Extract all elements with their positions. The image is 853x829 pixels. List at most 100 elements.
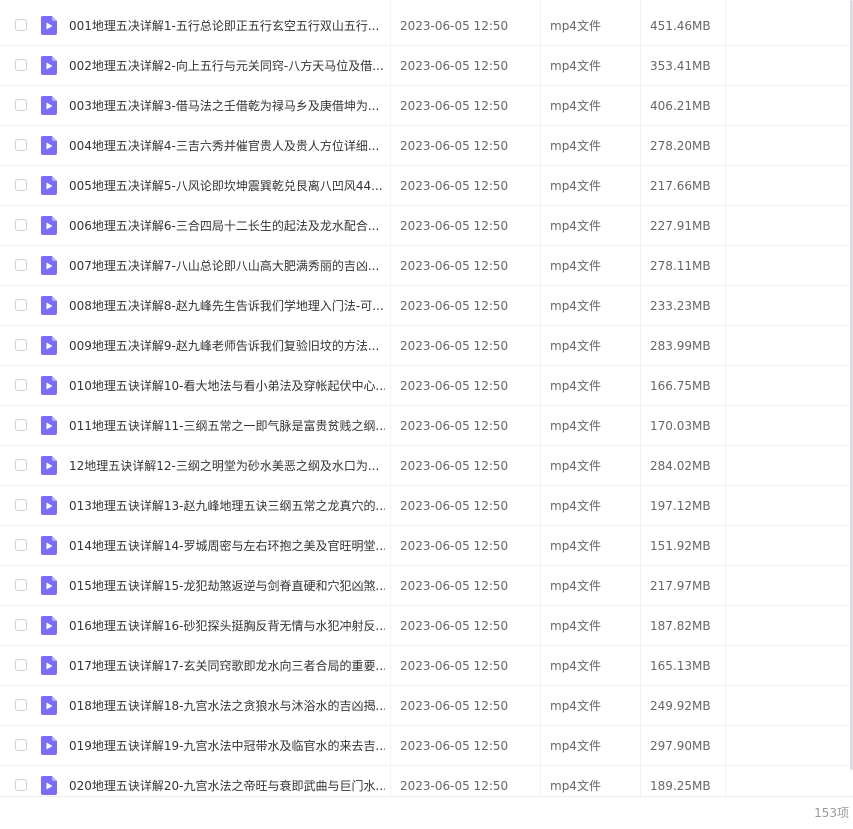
checkbox-icon[interactable] [15,499,27,511]
file-row[interactable]: 011地理五诀详解11-三纲五常之一即气脉是富贵贫贱之纲... 2023-06-… [0,406,853,446]
checkbox-icon[interactable] [15,379,27,391]
file-name[interactable]: 003地理五决详解3-借马法之壬借乾为禄马乡及庚借坤为... [69,86,385,126]
checkbox-icon[interactable] [15,259,27,271]
file-size: 187.82MB [650,619,711,633]
file-row[interactable]: 016地理五诀详解16-砂犯探头挺胸反背无情与水犯冲射反... 2023-06-… [0,606,853,646]
file-type: mp4文件 [550,299,601,313]
file-row[interactable]: 015地理五诀详解15-龙犯劫煞返逆与剑脊直硬和穴犯凶煞... 2023-06-… [0,566,853,606]
file-row[interactable]: 019地理五诀详解19-九宫水法中冠带水及临官水的来去吉... 2023-06-… [0,726,853,766]
file-name[interactable]: 019地理五诀详解19-九宫水法中冠带水及临官水的来去吉... [69,726,385,766]
checkbox-icon[interactable] [15,739,27,751]
file-date: 2023-06-05 12:50 [400,259,509,273]
checkbox-icon[interactable] [15,419,27,431]
file-date: 2023-06-05 12:50 [400,579,509,593]
video-file-icon [41,576,57,595]
file-size: 297.90MB [650,739,711,753]
file-row[interactable]: 014地理五诀详解14-罗城周密与左右环抱之美及官旺明堂... 2023-06-… [0,526,853,566]
file-size: 278.11MB [650,259,711,273]
checkbox-icon[interactable] [15,139,27,151]
file-date: 2023-06-05 12:50 [400,659,509,673]
file-row[interactable]: 020地理五诀详解20-九宫水法之帝旺与衰即武曲与巨门水... 2023-06-… [0,766,853,796]
video-file-icon [41,96,57,115]
file-type: mp4文件 [550,539,601,553]
file-row[interactable]: 004地理五决详解4-三吉六秀并催官贵人及贵人方位详细... 2023-06-0… [0,126,853,166]
file-row[interactable]: 008地理五决详解8-赵九峰先生告诉我们学地理入门法-可... 2023-06-… [0,286,853,326]
video-file-icon [41,456,57,475]
file-row[interactable]: 009地理五决详解9-赵九峰老师告诉我们复验旧坟的方法... 2023-06-0… [0,326,853,366]
file-name[interactable]: 013地理五诀详解13-赵九峰地理五诀三纲五常之龙真穴的... [69,486,385,526]
file-name[interactable]: 002地理五决详解2-向上五行与元关同窍-八方天马位及借... [69,46,385,86]
file-name[interactable]: 016地理五诀详解16-砂犯探头挺胸反背无情与水犯冲射反... [69,606,385,646]
file-row[interactable]: 010地理五诀详解10-看大地法与看小弟法及穿帐起伏中心... 2023-06-… [0,366,853,406]
file-date: 2023-06-05 12:50 [400,19,509,33]
file-type: mp4文件 [550,739,601,753]
video-file-icon [41,216,57,235]
file-row[interactable]: 002地理五决详解2-向上五行与元关同窍-八方天马位及借... 2023-06-… [0,46,853,86]
file-date: 2023-06-05 12:50 [400,619,509,633]
file-name[interactable]: 020地理五诀详解20-九宫水法之帝旺与衰即武曲与巨门水... [69,766,385,796]
checkbox-icon[interactable] [15,539,27,551]
file-date: 2023-06-05 12:50 [400,739,509,753]
file-name[interactable]: 006地理五决详解6-三合四局十二长生的起法及龙水配合... [69,206,385,246]
checkbox-icon[interactable] [15,619,27,631]
file-date: 2023-06-05 12:50 [400,419,509,433]
file-name[interactable]: 009地理五决详解9-赵九峰老师告诉我们复验旧坟的方法... [69,326,385,366]
checkbox-icon[interactable] [15,179,27,191]
file-row[interactable]: 013地理五诀详解13-赵九峰地理五诀三纲五常之龙真穴的... 2023-06-… [0,486,853,526]
file-name[interactable]: 004地理五决详解4-三吉六秀并催官贵人及贵人方位详细... [69,126,385,166]
checkbox-icon[interactable] [15,59,27,71]
checkbox-icon[interactable] [15,459,27,471]
file-type: mp4文件 [550,219,601,233]
file-name[interactable]: 007地理五决详解7-八山总论即八山高大肥满秀丽的吉凶... [69,246,385,286]
file-row[interactable]: 006地理五决详解6-三合四局十二长生的起法及龙水配合... 2023-06-0… [0,206,853,246]
file-name[interactable]: 008地理五决详解8-赵九峰先生告诉我们学地理入门法-可... [69,286,385,326]
file-name[interactable]: 12地理五诀详解12-三纲之明堂为砂水美恶之纲及水口为... [69,446,385,486]
video-file-icon [41,16,57,35]
file-date: 2023-06-05 12:50 [400,379,509,393]
checkbox-icon[interactable] [15,299,27,311]
file-name[interactable]: 018地理五诀详解18-九宫水法之贪狼水与沐浴水的吉凶揭... [69,686,385,726]
file-size: 165.13MB [650,659,711,673]
file-type: mp4文件 [550,259,601,273]
file-row[interactable]: 018地理五诀详解18-九宫水法之贪狼水与沐浴水的吉凶揭... 2023-06-… [0,686,853,726]
checkbox-icon[interactable] [15,699,27,711]
file-name[interactable]: 005地理五决详解5-八风论即坎坤震巽乾兑艮离八凹风44... [69,166,385,206]
file-row[interactable]: 007地理五决详解7-八山总论即八山高大肥满秀丽的吉凶... 2023-06-0… [0,246,853,286]
file-row[interactable]: 001地理五决详解1-五行总论即正五行玄空五行双山五行... 2023-06-0… [0,6,853,46]
file-type: mp4文件 [550,579,601,593]
video-file-icon [41,56,57,75]
file-type: mp4文件 [550,619,601,633]
file-row[interactable]: 003地理五决详解3-借马法之壬借乾为禄马乡及庚借坤为... 2023-06-0… [0,86,853,126]
file-date: 2023-06-05 12:50 [400,499,509,513]
file-date: 2023-06-05 12:50 [400,779,509,793]
file-row[interactable]: 005地理五决详解5-八风论即坎坤震巽乾兑艮离八凹风44... 2023-06-… [0,166,853,206]
file-name[interactable]: 001地理五决详解1-五行总论即正五行玄空五行双山五行... [69,6,385,46]
file-name[interactable]: 011地理五诀详解11-三纲五常之一即气脉是富贵贫贱之纲... [69,406,385,446]
file-size: 284.02MB [650,459,711,473]
file-size: 406.21MB [650,99,711,113]
file-date: 2023-06-05 12:50 [400,179,509,193]
file-size: 249.92MB [650,699,711,713]
video-file-icon [41,416,57,435]
checkbox-icon[interactable] [15,339,27,351]
file-type: mp4文件 [550,99,601,113]
file-name[interactable]: 010地理五诀详解10-看大地法与看小弟法及穿帐起伏中心... [69,366,385,406]
file-row[interactable]: 017地理五诀详解17-玄关同窍歌即龙水向三者合局的重要... 2023-06-… [0,646,853,686]
checkbox-icon[interactable] [15,219,27,231]
file-name[interactable]: 015地理五诀详解15-龙犯劫煞返逆与剑脊直硬和穴犯凶煞... [69,566,385,606]
checkbox-icon[interactable] [15,659,27,671]
checkbox-icon[interactable] [15,579,27,591]
file-date: 2023-06-05 12:50 [400,299,509,313]
video-file-icon [41,256,57,275]
file-date: 2023-06-05 12:50 [400,459,509,473]
file-size: 283.99MB [650,339,711,353]
checkbox-icon[interactable] [15,19,27,31]
video-file-icon [41,736,57,755]
file-name[interactable]: 014地理五诀详解14-罗城周密与左右环抱之美及官旺明堂... [69,526,385,566]
file-type: mp4文件 [550,339,601,353]
file-type: mp4文件 [550,419,601,433]
file-name[interactable]: 017地理五诀详解17-玄关同窍歌即龙水向三者合局的重要... [69,646,385,686]
file-row[interactable]: 12地理五诀详解12-三纲之明堂为砂水美恶之纲及水口为... 2023-06-0… [0,446,853,486]
checkbox-icon[interactable] [15,779,27,791]
checkbox-icon[interactable] [15,99,27,111]
